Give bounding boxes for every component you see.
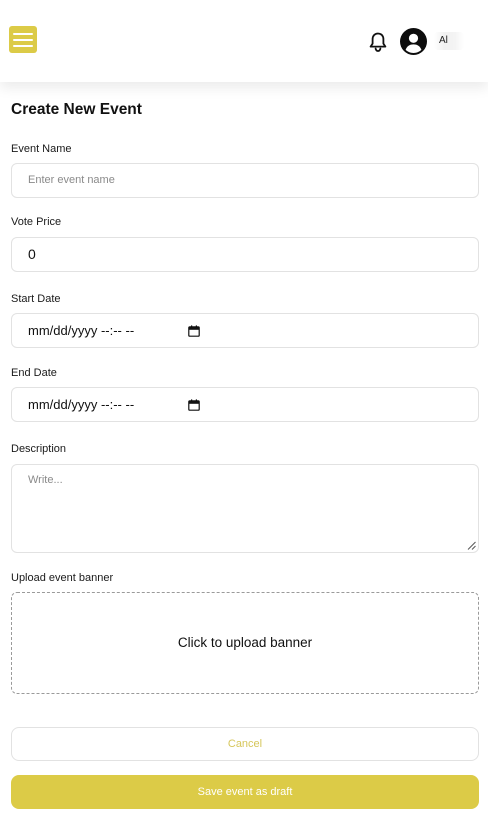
menu-line <box>13 39 33 41</box>
menu-line <box>13 45 33 47</box>
end-date-label: End Date <box>11 367 57 379</box>
banner-label: Upload event banner <box>11 572 114 584</box>
start-date-field[interactable]: mm/dd/yyyy --:-- -- <box>11 313 479 348</box>
resize-grip-icon[interactable] <box>467 541 476 550</box>
user-name[interactable]: Al <box>434 32 464 50</box>
page-title: Create New Event <box>11 101 142 118</box>
end-date-value: mm/dd/yyyy --:-- -- <box>28 397 135 412</box>
banner-upload-prompt: Click to upload banner <box>177 635 313 650</box>
description-label: Description <box>11 443 67 455</box>
cancel-button[interactable]: Cancel <box>11 727 479 761</box>
vote-price-field[interactable]: 0 <box>11 237 479 272</box>
calendar-icon[interactable] <box>188 399 200 411</box>
vote-price-value: 0 <box>28 246 36 262</box>
description-textarea[interactable]: Write... <box>11 464 479 553</box>
event-name-placeholder: Enter event name <box>28 174 115 186</box>
hamburger-menu-icon[interactable] <box>9 26 37 53</box>
banner-upload-dropzone[interactable]: Click to upload banner <box>11 592 479 694</box>
event-name-field[interactable]: Enter event name <box>11 163 479 198</box>
vote-price-label: Vote Price <box>11 216 62 228</box>
user-circle-icon[interactable] <box>400 28 427 55</box>
start-date-label: Start Date <box>11 293 61 305</box>
event-name-label: Event Name <box>11 143 72 155</box>
description-placeholder: Write... <box>28 474 63 486</box>
end-date-field[interactable]: mm/dd/yyyy --:-- -- <box>11 387 479 422</box>
bell-icon[interactable] <box>368 31 388 53</box>
menu-line <box>13 33 33 35</box>
top-header: Al <box>0 0 488 82</box>
save-draft-button[interactable]: Save event as draft <box>11 775 479 809</box>
start-date-value: mm/dd/yyyy --:-- -- <box>28 323 135 338</box>
calendar-icon[interactable] <box>188 325 200 337</box>
